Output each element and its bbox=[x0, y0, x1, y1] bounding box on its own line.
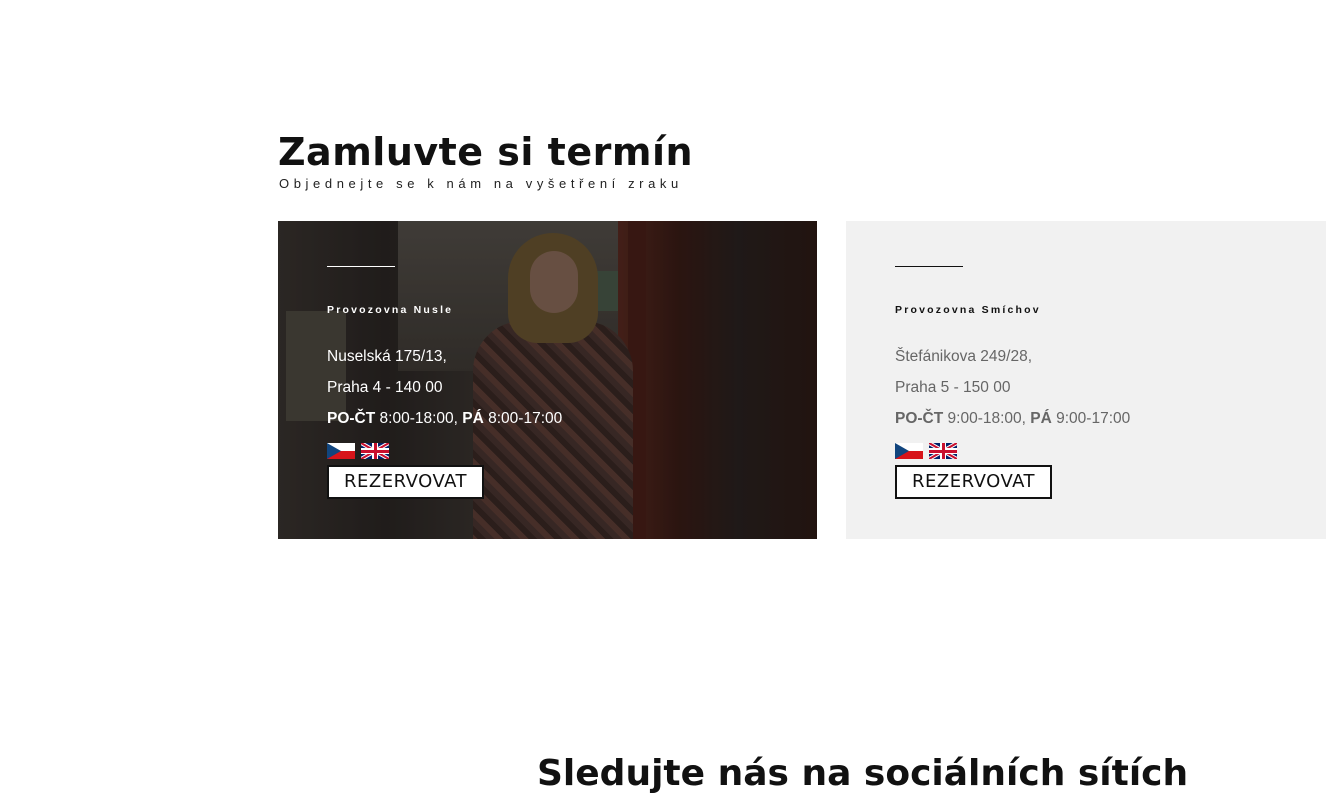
czech-flag-icon bbox=[895, 443, 923, 459]
branch-hours: PO-ČT 9:00-18:00, PÁ 9:00-17:00 bbox=[895, 410, 1130, 428]
hours-days-label: PÁ bbox=[1030, 410, 1052, 427]
branch-street: Štefánikova 249/28, bbox=[895, 348, 1033, 365]
language-flags bbox=[327, 443, 389, 459]
hours-value: 9:00-18:00, bbox=[943, 410, 1031, 427]
section-subtitle: Objednejte se k nám na vyšetření zraku bbox=[279, 176, 683, 191]
branch-card-nusle: Provozovna Nusle Nuselská 175/13, Praha … bbox=[278, 221, 817, 539]
social-section-title: Sledujte nás na sociálních sítích bbox=[537, 753, 1189, 794]
hours-days-label: PO-ČT bbox=[327, 410, 376, 427]
branch-name: Provozovna Smíchov bbox=[895, 304, 1041, 316]
section-title: Zamluvte si termín bbox=[278, 130, 694, 174]
hours-days-label: PO-ČT bbox=[895, 410, 944, 427]
divider bbox=[895, 266, 963, 267]
hours-value: 9:00-17:00 bbox=[1051, 410, 1131, 427]
branch-card-smichov: Provozovna Smíchov Štefánikova 249/28, P… bbox=[846, 221, 1326, 539]
hours-days-label: PÁ bbox=[462, 410, 484, 427]
language-flags bbox=[895, 443, 957, 459]
hours-value: 8:00-18:00, bbox=[375, 410, 463, 427]
reserve-button[interactable]: REZERVOVAT bbox=[327, 465, 484, 499]
branch-city: Praha 5 - 150 00 bbox=[895, 379, 1011, 396]
uk-flag-icon bbox=[929, 443, 957, 459]
hours-value: 8:00-17:00 bbox=[483, 410, 563, 427]
branch-street: Nuselská 175/13, bbox=[327, 348, 447, 365]
branch-hours: PO-ČT 8:00-18:00, PÁ 8:00-17:00 bbox=[327, 410, 562, 428]
czech-flag-icon bbox=[327, 443, 355, 459]
branch-city: Praha 4 - 140 00 bbox=[327, 379, 443, 396]
reserve-button[interactable]: REZERVOVAT bbox=[895, 465, 1052, 499]
uk-flag-icon bbox=[361, 443, 389, 459]
divider bbox=[327, 266, 395, 267]
branch-name: Provozovna Nusle bbox=[327, 304, 454, 316]
